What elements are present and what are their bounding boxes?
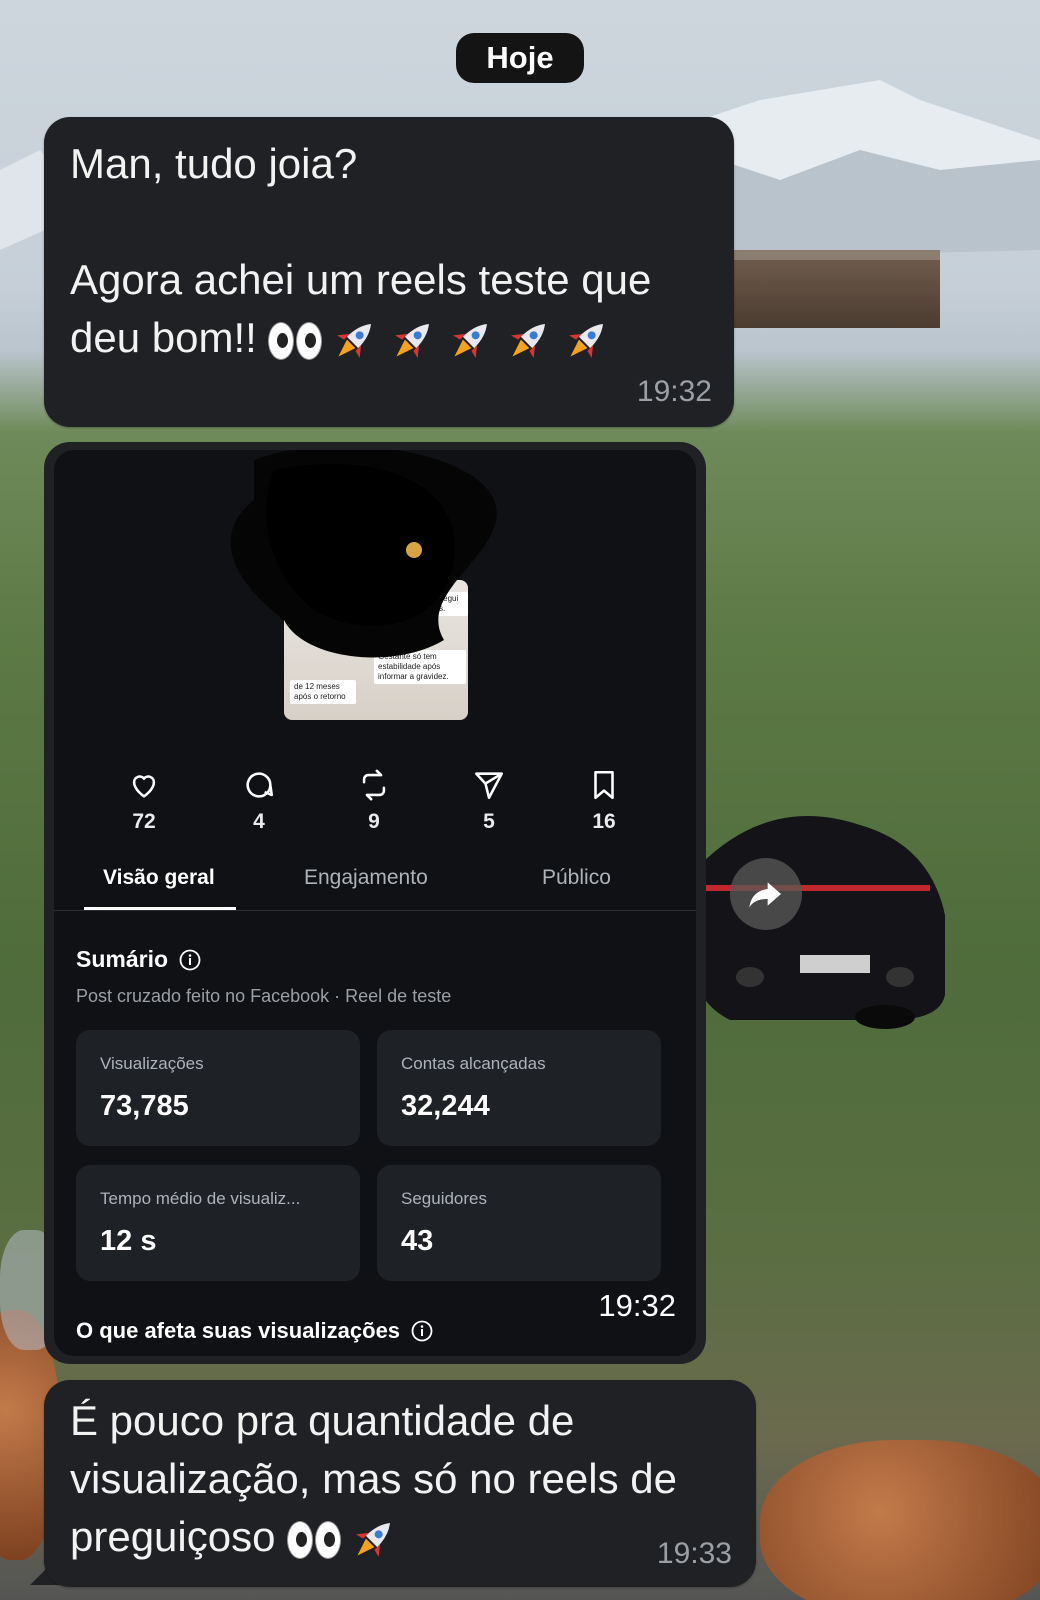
stat-comments[interactable]: 4 (209, 768, 309, 848)
info-icon[interactable] (178, 948, 202, 972)
affects-title: O que afeta suas visualizações (76, 1318, 401, 1343)
metric-label: Visualizações (100, 1054, 204, 1073)
emoji-row (268, 315, 612, 367)
barn-background (730, 250, 940, 328)
metric-card-views[interactable]: Visualizações 73,785 (76, 1030, 360, 1146)
rocket-emoji (453, 323, 488, 358)
send-icon (474, 772, 504, 800)
message-bubble[interactable]: É pouco pra quantidade de visualização, … (44, 1380, 756, 1587)
eyes-emoji (287, 1520, 342, 1559)
metric-value: 43 (401, 1225, 434, 1257)
message-bubble[interactable]: Man, tudo joia? Agora achei um reels tes… (44, 117, 734, 427)
metric-card-reach[interactable]: Contas alcançadas 32,244 (377, 1030, 661, 1146)
insights-screenshot[interactable]: de 12 meses após o retorno Gestante só t… (54, 450, 696, 1356)
repost-icon (362, 769, 386, 801)
rocket-emoji (511, 323, 546, 358)
message-time: 19:32 (598, 1288, 676, 1323)
stat-value: 4 (253, 810, 265, 833)
message-time: 19:32 (636, 375, 712, 408)
bookmark-icon (594, 770, 614, 800)
active-tab-indicator (84, 907, 236, 910)
metric-value: 32,244 (401, 1090, 490, 1122)
stat-value: 16 (592, 810, 616, 833)
rocket-emoji (337, 323, 372, 358)
metric-value: 12 s (100, 1225, 157, 1257)
tab-audience[interactable]: Público (542, 866, 611, 890)
message-text: Man, tudo joia? Agora achei um reels tes… (70, 135, 714, 367)
metric-card-followers[interactable]: Seguidores 43 (377, 1165, 661, 1281)
metric-label: Seguidores (401, 1189, 488, 1208)
summary-heading: Sumário (76, 946, 202, 973)
reel-stats: 72 4 9 5 16 (94, 768, 654, 848)
stat-value: 9 (368, 810, 380, 833)
info-icon[interactable] (410, 1319, 434, 1343)
insights-tabs: Visão geral Engajamento Público (54, 850, 696, 911)
car-background (695, 816, 945, 1029)
stat-shares[interactable]: 5 (439, 768, 539, 848)
metric-label: Contas alcançadas (401, 1054, 546, 1073)
eyes-emoji (268, 321, 323, 360)
summary-subtitle: Post cruzado feito no Facebook · Reel de… (76, 986, 452, 1006)
forward-icon (749, 882, 781, 908)
rocket-emoji (356, 1522, 391, 1557)
thumbnail-caption: de 12 meses após o retorno (290, 680, 356, 704)
message-time: 19:33 (656, 1537, 732, 1570)
date-divider: Hoje (456, 33, 584, 83)
rocket-emoji (569, 323, 604, 358)
tab-overview[interactable]: Visão geral (103, 866, 215, 890)
stat-likes[interactable]: 72 (94, 768, 194, 848)
stat-value: 5 (483, 810, 495, 833)
cow-background (760, 1440, 1040, 1600)
metric-label: Tempo médio de visualiz... (100, 1189, 301, 1208)
heart-icon (132, 775, 156, 798)
message-text: É pouco pra quantidade de visualização, … (70, 1392, 736, 1566)
comment-icon (246, 772, 274, 798)
summary-title: Sumário (76, 946, 169, 972)
emoji-row (287, 1514, 399, 1566)
stat-saves[interactable]: 16 (554, 768, 654, 848)
image-message-bubble[interactable]: de 12 meses após o retorno Gestante só t… (44, 442, 706, 1364)
metric-card-watch-time[interactable]: Tempo médio de visualiz... 12 s (76, 1165, 360, 1281)
rocket-emoji (395, 323, 430, 358)
forward-button[interactable] (730, 858, 802, 930)
affects-heading: O que afeta suas visualizações (76, 1318, 434, 1344)
metric-value: 73,785 (100, 1090, 189, 1122)
stat-reposts[interactable]: 9 (324, 768, 424, 848)
redaction-scribble (230, 450, 497, 658)
stat-value: 72 (132, 810, 156, 833)
tab-engagement[interactable]: Engajamento (304, 866, 428, 890)
